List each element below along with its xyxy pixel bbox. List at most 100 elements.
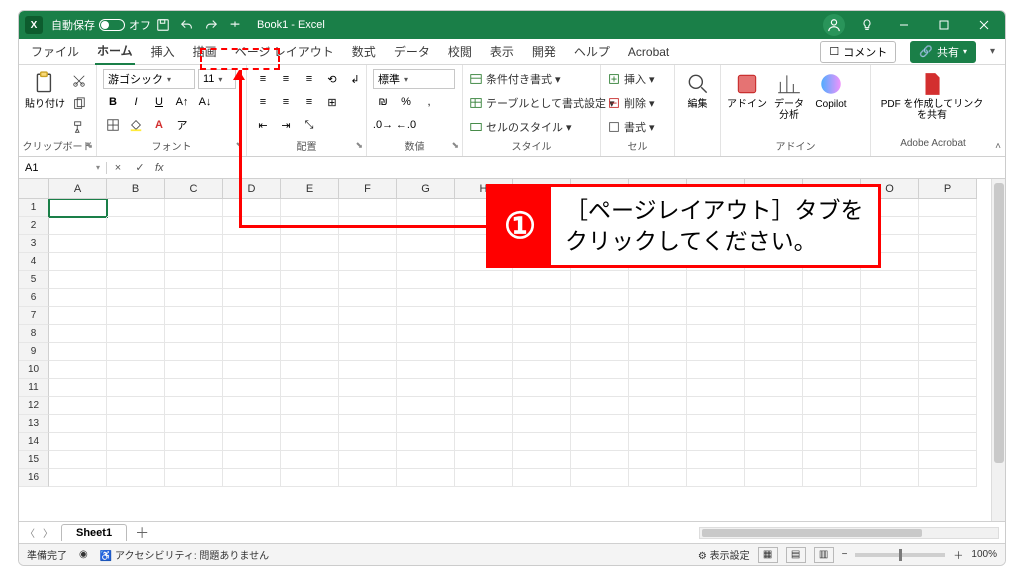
row-header[interactable]: 12 (19, 397, 49, 415)
column-header[interactable]: P (919, 179, 977, 199)
cell[interactable] (339, 199, 397, 217)
cell[interactable] (571, 433, 629, 451)
cell[interactable] (281, 415, 339, 433)
cell[interactable] (455, 415, 513, 433)
cell[interactable] (745, 451, 803, 469)
cell[interactable] (803, 433, 861, 451)
cell[interactable] (687, 379, 745, 397)
cell[interactable] (919, 469, 977, 487)
cell[interactable] (745, 397, 803, 415)
cell[interactable] (165, 217, 223, 235)
cell[interactable] (455, 451, 513, 469)
cell[interactable] (687, 235, 745, 253)
underline-button[interactable]: U (149, 92, 169, 112)
row-header[interactable]: 3 (19, 235, 49, 253)
cell[interactable] (571, 469, 629, 487)
cell[interactable] (861, 217, 919, 235)
italic-button[interactable]: I (126, 92, 146, 112)
view-page-break-icon[interactable]: ▥ (814, 547, 834, 563)
cell[interactable] (107, 253, 165, 271)
column-header[interactable]: G (397, 179, 455, 199)
row-header[interactable]: 4 (19, 253, 49, 271)
cell[interactable] (107, 415, 165, 433)
cell[interactable] (107, 343, 165, 361)
cell[interactable] (281, 451, 339, 469)
cell[interactable] (455, 433, 513, 451)
column-header[interactable]: L (687, 179, 745, 199)
cell[interactable] (803, 451, 861, 469)
sheet-nav-prev-icon[interactable]: 〈 (25, 525, 35, 540)
cell[interactable] (745, 271, 803, 289)
fill-color-icon[interactable] (126, 115, 146, 135)
cell[interactable] (455, 343, 513, 361)
row-header[interactable]: 15 (19, 451, 49, 469)
cell[interactable] (745, 199, 803, 217)
data-analysis-button[interactable]: データ 分析 (769, 69, 809, 121)
format-cells-button[interactable]: 書式 ▾ (607, 117, 655, 137)
launcher-icon[interactable]: ⬊ (355, 140, 363, 151)
row-header[interactable]: 6 (19, 289, 49, 307)
paste-button[interactable]: 貼り付け (25, 69, 65, 110)
cell[interactable] (745, 253, 803, 271)
cell[interactable] (513, 235, 571, 253)
cell[interactable] (339, 361, 397, 379)
cell[interactable] (687, 433, 745, 451)
cell[interactable] (513, 397, 571, 415)
sheet-tab[interactable]: Sheet1 (61, 524, 127, 541)
cell[interactable] (513, 379, 571, 397)
cell[interactable] (629, 271, 687, 289)
cell[interactable] (803, 379, 861, 397)
cell[interactable] (397, 415, 455, 433)
cell[interactable] (281, 469, 339, 487)
zoom-out-button[interactable]: − (842, 549, 848, 560)
cell[interactable] (861, 253, 919, 271)
cell[interactable] (919, 235, 977, 253)
cell[interactable] (397, 397, 455, 415)
cell[interactable] (397, 217, 455, 235)
cell[interactable] (281, 433, 339, 451)
align-left-icon[interactable]: ≡ (253, 92, 273, 112)
cell[interactable] (397, 307, 455, 325)
undo-icon[interactable] (177, 15, 197, 35)
cell[interactable] (107, 325, 165, 343)
comments-button[interactable]: ☐ コメント (820, 41, 896, 63)
cell[interactable] (919, 217, 977, 235)
align-right-icon[interactable]: ≡ (299, 92, 319, 112)
tab-home[interactable]: ホーム (95, 38, 135, 65)
cell[interactable] (919, 199, 977, 217)
cell[interactable] (919, 271, 977, 289)
launcher-icon[interactable]: ⬊ (451, 140, 459, 151)
cell[interactable] (919, 415, 977, 433)
cell[interactable] (571, 253, 629, 271)
name-box[interactable]: A1▾ (19, 162, 107, 174)
cell[interactable] (107, 433, 165, 451)
cell[interactable] (745, 379, 803, 397)
create-pdf-button[interactable]: PDF を作成してリンクを共有 (877, 69, 987, 121)
cell[interactable] (919, 379, 977, 397)
spreadsheet-grid[interactable]: ABCDEFGHIJKLMNOP 12345678910111213141516 (19, 179, 1005, 521)
cell[interactable] (513, 415, 571, 433)
cell[interactable] (223, 307, 281, 325)
cell[interactable] (513, 325, 571, 343)
formula-input[interactable] (168, 162, 1005, 174)
cell[interactable] (571, 415, 629, 433)
redo-icon[interactable] (201, 15, 221, 35)
tab-help[interactable]: ヘルプ (572, 39, 612, 64)
macro-record-icon[interactable]: ◉ (79, 549, 88, 560)
cell[interactable] (455, 253, 513, 271)
cell[interactable] (513, 253, 571, 271)
cell[interactable] (49, 379, 107, 397)
select-all-corner[interactable] (19, 179, 49, 199)
cell[interactable] (223, 379, 281, 397)
cell[interactable] (861, 415, 919, 433)
delete-cells-button[interactable]: 削除 ▾ (607, 93, 655, 113)
maximize-button[interactable] (929, 19, 959, 31)
cell[interactable] (49, 307, 107, 325)
cell[interactable] (455, 361, 513, 379)
cell[interactable] (803, 199, 861, 217)
phonetic-icon[interactable]: ア (172, 115, 192, 135)
cell[interactable] (165, 397, 223, 415)
cell[interactable] (49, 451, 107, 469)
cell[interactable] (513, 361, 571, 379)
cell[interactable] (571, 307, 629, 325)
